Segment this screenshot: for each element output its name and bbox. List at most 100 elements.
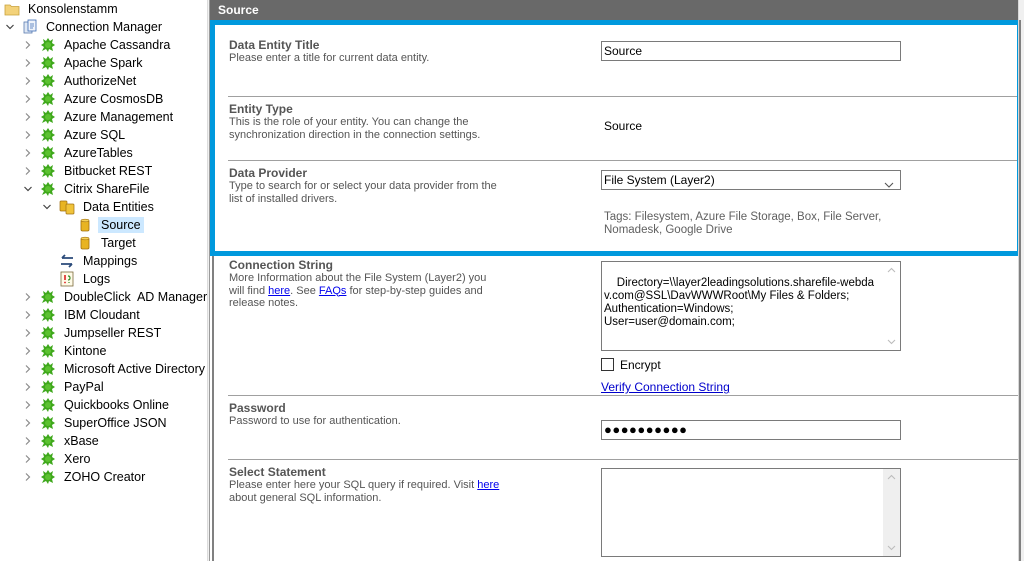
tree-item-logs[interactable]: Logs: [59, 270, 113, 288]
tree-item-target[interactable]: Target: [77, 234, 139, 252]
tree-item-label: xBase: [64, 434, 99, 448]
tree-item-label: Microsoft Active Directory: [64, 362, 206, 376]
logs-icon: [59, 271, 75, 287]
chevron-down-icon[interactable]: [884, 176, 894, 188]
tree-item-label: Citrix ShareFile: [64, 182, 150, 196]
tree-item-label: AzureTables: [64, 146, 133, 160]
textarea-scrollbar[interactable]: [883, 262, 900, 350]
chevron-right-icon[interactable]: [22, 360, 34, 378]
tree-item-connection[interactable]: DoubleClick AD Manager: [22, 288, 207, 306]
tree-item-connection[interactable]: Azure Management: [22, 108, 176, 126]
password-input[interactable]: ●●●●●●●●●●: [601, 420, 901, 440]
data-provider-tags: Tags: Filesystem, Azure File Storage, Bo…: [604, 211, 882, 236]
data-provider-select[interactable]: File System (Layer2): [601, 170, 901, 190]
chevron-right-icon[interactable]: [22, 324, 34, 342]
data-provider-label: Data Provider: [229, 166, 308, 180]
tree-item-citrix-sharefile[interactable]: Citrix ShareFile: [22, 180, 152, 198]
scroll-up-icon[interactable]: [887, 473, 896, 482]
chevron-down-icon[interactable]: [41, 198, 53, 216]
chevron-down-icon[interactable]: [22, 180, 34, 198]
desc-text: about general SQL information.: [229, 491, 382, 504]
scroll-down-icon[interactable]: [887, 337, 896, 346]
chevron-right-icon[interactable]: [22, 54, 34, 72]
tree-item-label: Connection Manager: [46, 20, 163, 34]
tree-item-connection[interactable]: IBM Cloudant: [22, 306, 143, 324]
title-section-label: Data Entity Title: [229, 38, 320, 52]
navigation-tree[interactable]: Konsolenstamm Connection Manager Apache …: [0, 0, 207, 561]
tree-item-connection[interactable]: Apache Cassandra: [22, 36, 173, 54]
tree-item-label: Kintone: [64, 344, 107, 358]
tree-item-label: DoubleClick AD Manager: [64, 290, 207, 304]
tree-item-connection[interactable]: Microsoft Active Directory: [22, 360, 207, 378]
tree-item-konsolenstamm[interactable]: Konsolenstamm: [4, 0, 121, 18]
folder-icon: [4, 1, 20, 17]
chevron-right-icon[interactable]: [22, 342, 34, 360]
connection-plug-icon: [40, 127, 56, 143]
tree-item-label: ZOHO Creator: [64, 470, 146, 484]
entity-type-value: Source: [604, 119, 643, 133]
chevron-right-icon[interactable]: [22, 414, 34, 432]
tree-item-connection[interactable]: PayPal: [22, 378, 107, 396]
chevron-right-icon[interactable]: [22, 144, 34, 162]
chevron-right-icon[interactable]: [22, 468, 34, 486]
tree-item-connection[interactable]: Xero: [22, 450, 93, 468]
title-section-description: Please enter a title for current data en…: [229, 52, 430, 64]
scroll-down-icon[interactable]: [887, 543, 896, 552]
tree-item-label: Azure Management: [64, 110, 174, 124]
tree-item-connection-manager[interactable]: Connection Manager: [4, 18, 165, 36]
chevron-right-icon[interactable]: [22, 288, 34, 306]
chevron-right-icon[interactable]: [22, 306, 34, 324]
tree-item-connection[interactable]: SuperOffice JSON: [22, 414, 170, 432]
verify-connection-string-link[interactable]: Verify Connection String: [601, 380, 730, 394]
connection-plug-icon: [40, 433, 56, 449]
connection-plug-icon: [40, 361, 56, 377]
tree-item-connection[interactable]: xBase: [22, 432, 102, 450]
tree-item-connection[interactable]: Azure SQL: [22, 126, 128, 144]
data-provider-value: File System (Layer2): [604, 173, 715, 187]
chevron-right-icon[interactable]: [22, 108, 34, 126]
tree-item-connection[interactable]: ZOHO Creator: [22, 468, 148, 486]
tree-item-connection[interactable]: AzureTables: [22, 144, 136, 162]
tree-item-connection[interactable]: Kintone: [22, 342, 109, 360]
tree-item-label: Jumpseller REST: [64, 326, 162, 340]
chevron-right-icon[interactable]: [22, 72, 34, 90]
tree-item-mappings[interactable]: Mappings: [59, 252, 140, 270]
select-statement-label: Select Statement: [229, 465, 326, 479]
chevron-right-icon[interactable]: [22, 378, 34, 396]
chevron-down-icon[interactable]: [4, 18, 16, 36]
scroll-up-icon[interactable]: [887, 266, 896, 275]
chevron-right-icon[interactable]: [22, 126, 34, 144]
section-divider: [228, 96, 1024, 97]
chevron-right-icon[interactable]: [22, 450, 34, 468]
sql-here-link[interactable]: here: [477, 479, 499, 491]
tree-item-connection[interactable]: Jumpseller REST: [22, 324, 164, 342]
here-link[interactable]: here: [268, 285, 290, 297]
panel-header: Source: [210, 0, 1018, 20]
chevron-right-icon[interactable]: [22, 432, 34, 450]
chevron-right-icon[interactable]: [22, 396, 34, 414]
chevron-right-icon[interactable]: [22, 162, 34, 180]
tree-item-connection[interactable]: Azure CosmosDB: [22, 90, 166, 108]
password-label: Password: [229, 401, 286, 415]
connection-plug-icon: [40, 469, 56, 485]
tree-item-label: Mappings: [83, 254, 138, 268]
tree-item-label: Azure SQL: [64, 128, 126, 142]
connection-string-textarea[interactable]: Directory=\\layer2leadingsolutions.share…: [601, 261, 901, 351]
tree-item-connection[interactable]: AuthorizeNet: [22, 72, 139, 90]
tree-item-connection[interactable]: Apache Spark: [22, 54, 146, 72]
entity-title-input[interactable]: Source: [601, 41, 901, 61]
tree-item-data-entities[interactable]: Data Entities: [41, 198, 157, 216]
chevron-right-icon[interactable]: [22, 36, 34, 54]
connection-string-description: More Information about the File System (…: [229, 272, 504, 310]
tree-item-source[interactable]: Source: [77, 216, 144, 234]
faqs-link[interactable]: FAQs: [319, 285, 347, 297]
connection-plug-icon: [40, 397, 56, 413]
connection-plug-icon: [40, 55, 56, 71]
select-statement-textarea[interactable]: [601, 468, 901, 557]
tree-item-connection[interactable]: Quickbooks Online: [22, 396, 172, 414]
chevron-right-icon[interactable]: [22, 90, 34, 108]
textarea-scrollbar[interactable]: [883, 469, 900, 556]
encrypt-checkbox[interactable]: [601, 358, 614, 371]
tree-item-connection[interactable]: Bitbucket REST: [22, 162, 155, 180]
connection-plug-icon: [40, 325, 56, 341]
